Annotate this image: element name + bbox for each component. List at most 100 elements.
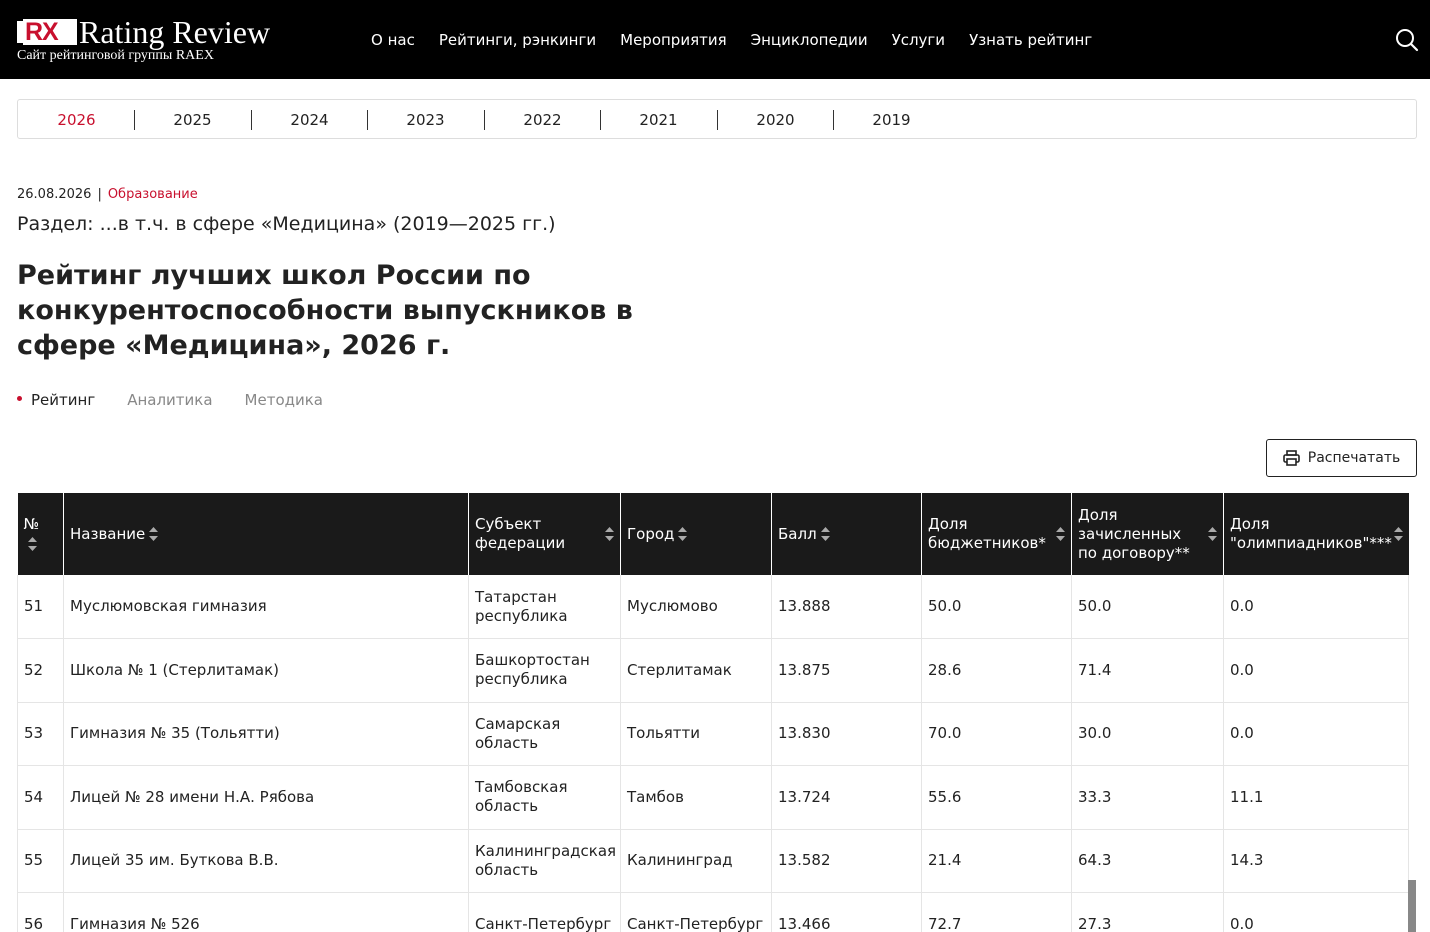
cell-olympiad-share: 0.0 bbox=[1223, 892, 1409, 932]
nav-ratings[interactable]: Рейтинги, рэнкинги bbox=[439, 30, 596, 50]
nav-get-rating[interactable]: Узнать рейтинг bbox=[969, 30, 1092, 50]
cell-olympiad-share: 11.1 bbox=[1223, 765, 1409, 830]
tab-analytics[interactable]: Аналитика bbox=[127, 390, 212, 410]
cell-number: 51 bbox=[17, 575, 64, 639]
cell-budget-share: 72.7 bbox=[921, 892, 1072, 932]
print-button[interactable]: Распечатать bbox=[1266, 439, 1417, 477]
section-label: Раздел: ...в т.ч. в сфере «Медицина» (20… bbox=[17, 213, 556, 235]
table-row: 54 Лицей № 28 имени Н.А. Рябова Тамбовск… bbox=[17, 765, 1409, 830]
col-header-budget-share[interactable]: Доля бюджетников* bbox=[921, 493, 1072, 575]
cell-score: 13.466 bbox=[771, 892, 922, 932]
category-link[interactable]: Образование bbox=[108, 187, 198, 202]
article-meta: 26.08.2026 | Образование bbox=[17, 187, 198, 202]
table-row: 51 Муслюмовская гимназия Татарстан респу… bbox=[17, 575, 1409, 639]
cell-budget-share: 55.6 bbox=[921, 765, 1072, 830]
cell-city: Санкт-Петербург bbox=[620, 892, 772, 932]
cell-name: Муслюмовская гимназия bbox=[63, 575, 469, 639]
cell-score: 13.830 bbox=[771, 702, 922, 766]
cell-name: Лицей № 28 имени Н.А. Рябова bbox=[63, 765, 469, 830]
sort-icon bbox=[1393, 527, 1403, 541]
year-selector: 2026 2025 2024 2023 2022 2021 2020 2019 bbox=[17, 99, 1417, 139]
cell-score: 13.888 bbox=[771, 575, 922, 639]
scrollbar-thumb[interactable] bbox=[1408, 880, 1416, 932]
cell-budget-share: 70.0 bbox=[921, 702, 1072, 766]
cell-contract-share: 50.0 bbox=[1071, 575, 1224, 639]
col-header-number[interactable]: № bbox=[17, 493, 64, 575]
cell-contract-share: 30.0 bbox=[1071, 702, 1224, 766]
cell-olympiad-share: 0.0 bbox=[1223, 702, 1409, 766]
cell-number: 54 bbox=[17, 765, 64, 830]
cell-contract-share: 27.3 bbox=[1071, 892, 1224, 932]
logo-text: Rating Review bbox=[79, 14, 271, 50]
cell-number: 55 bbox=[17, 829, 64, 893]
cell-olympiad-share: 14.3 bbox=[1223, 829, 1409, 893]
publish-date: 26.08.2026 bbox=[17, 187, 92, 202]
cell-contract-share: 64.3 bbox=[1071, 829, 1224, 893]
year-2020[interactable]: 2020 bbox=[717, 110, 834, 130]
cell-city: Калининград bbox=[620, 829, 772, 893]
table-row: 55 Лицей 35 им. Буткова В.В. Калининград… bbox=[17, 829, 1409, 893]
rating-table: № Название Субъект федерации Город Балл … bbox=[17, 493, 1409, 932]
year-2021[interactable]: 2021 bbox=[600, 110, 717, 130]
cell-city: Стерлитамак bbox=[620, 638, 772, 703]
cell-olympiad-share: 0.0 bbox=[1223, 638, 1409, 703]
nav-about[interactable]: О нас bbox=[371, 30, 415, 50]
cell-region: Тамбовская область bbox=[468, 765, 621, 830]
logo-mark: RX bbox=[17, 19, 77, 45]
cell-name: Гимназия № 35 (Тольятти) bbox=[63, 702, 469, 766]
printer-icon bbox=[1282, 450, 1300, 466]
year-2023[interactable]: 2023 bbox=[367, 110, 484, 130]
cell-region: Калининградская область bbox=[468, 829, 621, 893]
col-header-region[interactable]: Субъект федерации bbox=[468, 493, 621, 575]
sort-icon bbox=[149, 527, 159, 541]
year-2019[interactable]: 2019 bbox=[833, 110, 950, 130]
logo-subtitle: Сайт рейтинговой группы RAEX bbox=[17, 48, 214, 63]
cell-score: 13.582 bbox=[771, 829, 922, 893]
cell-contract-share: 71.4 bbox=[1071, 638, 1224, 703]
year-2026[interactable]: 2026 bbox=[18, 110, 135, 130]
col-header-name[interactable]: Название bbox=[63, 493, 469, 575]
cell-score: 13.875 bbox=[771, 638, 922, 703]
col-header-score[interactable]: Балл bbox=[771, 493, 922, 575]
cell-budget-share: 28.6 bbox=[921, 638, 1072, 703]
year-2024[interactable]: 2024 bbox=[251, 110, 368, 130]
col-header-city[interactable]: Город bbox=[620, 493, 772, 575]
sort-icon bbox=[1208, 527, 1217, 541]
cell-budget-share: 21.4 bbox=[921, 829, 1072, 893]
content-tabs: Рейтинг Аналитика Методика bbox=[17, 390, 355, 410]
table-row: 52 Школа № 1 (Стерлитамак) Башкортостан … bbox=[17, 638, 1409, 703]
cell-budget-share: 50.0 bbox=[921, 575, 1072, 639]
cell-number: 53 bbox=[17, 702, 64, 766]
page-title: Рейтинг лучших школ России по конкуренто… bbox=[17, 260, 633, 361]
table-row: 56 Гимназия № 526 Санкт-Петербург Санкт-… bbox=[17, 892, 1409, 932]
nav-services[interactable]: Услуги bbox=[892, 30, 945, 50]
site-header: RX Rating Review Сайт рейтинговой группы… bbox=[0, 0, 1430, 79]
cell-city: Муслюмово bbox=[620, 575, 772, 639]
tab-methodology[interactable]: Методика bbox=[245, 390, 323, 410]
search-icon[interactable] bbox=[1394, 27, 1420, 53]
cell-score: 13.724 bbox=[771, 765, 922, 830]
col-header-contract-share[interactable]: Доля зачисленных по договору** bbox=[1071, 493, 1224, 575]
col-header-olympiad-share[interactable]: Доля "олимпиадников"*** bbox=[1223, 493, 1409, 575]
print-label: Распечатать bbox=[1307, 450, 1401, 466]
nav-events[interactable]: Мероприятия bbox=[620, 30, 726, 50]
sort-icon bbox=[27, 536, 37, 551]
year-2022[interactable]: 2022 bbox=[484, 110, 601, 130]
sort-icon bbox=[678, 527, 688, 541]
cell-name: Гимназия № 526 bbox=[63, 892, 469, 932]
tab-rating[interactable]: Рейтинг bbox=[17, 390, 95, 410]
cell-region: Самарская область bbox=[468, 702, 621, 766]
table-row: 53 Гимназия № 35 (Тольятти) Самарская об… bbox=[17, 702, 1409, 766]
main-nav: О нас Рейтинги, рэнкинги Мероприятия Энц… bbox=[371, 30, 1116, 50]
sort-icon bbox=[1056, 527, 1065, 541]
cell-city: Тольятти bbox=[620, 702, 772, 766]
site-logo[interactable]: RX Rating Review Сайт рейтинговой группы… bbox=[17, 14, 317, 66]
cell-region: Санкт-Петербург bbox=[468, 892, 621, 932]
cell-name: Школа № 1 (Стерлитамак) bbox=[63, 638, 469, 703]
sort-icon bbox=[820, 527, 830, 541]
nav-encyclopedias[interactable]: Энциклопедии bbox=[751, 30, 868, 50]
cell-city: Тамбов bbox=[620, 765, 772, 830]
cell-number: 52 bbox=[17, 638, 64, 703]
year-2025[interactable]: 2025 bbox=[134, 110, 251, 130]
cell-olympiad-share: 0.0 bbox=[1223, 575, 1409, 639]
